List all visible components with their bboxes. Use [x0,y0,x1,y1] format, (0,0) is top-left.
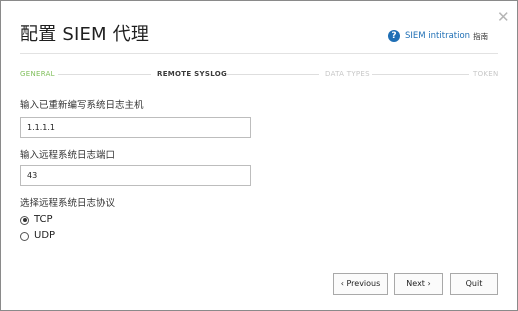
radio-button-selected[interactable] [20,215,29,225]
quit-button[interactable]: Quit [450,273,498,295]
quit-label: Quit [465,279,483,288]
radio-button[interactable] [20,231,29,241]
siem-agent-dialog: ✕ 配置 SIEM 代理 ? SIEM intitration 指南 GENER… [0,0,518,311]
help-circle-icon: ? [388,30,400,42]
help-link[interactable]: SIEM intitration [405,31,470,41]
step-connector [372,74,469,75]
port-label: 输入远程系统日志端口 [20,150,116,161]
close-icon[interactable]: ✕ [497,9,510,25]
step-remote-syslog: REMOTE SYSLOG [157,70,228,78]
step-connector [58,74,151,75]
chevron-right-icon: › [427,279,431,288]
radio-udp[interactable]: UDP [20,230,55,242]
previous-button[interactable]: ‹ Previous [333,273,388,295]
protocol-label: 选择远程系统日志协议 [20,198,116,209]
chevron-left-icon: ‹ [340,279,344,288]
help-link-suffix: 指南 [473,31,489,41]
header-divider [20,53,498,54]
radio-tcp[interactable]: TCP [20,214,53,226]
step-connector [227,74,319,75]
step-general: GENERAL [20,70,55,78]
next-button[interactable]: Next › [394,273,443,295]
radio-udp-label: UDP [34,230,56,241]
host-label: 输入已重新编写系统日志主机 [20,100,144,111]
host-input[interactable]: 1.1.1.1 [20,117,251,138]
step-token: TOKEN [473,70,499,78]
step-data-types: DATA TYPES [325,70,370,78]
port-input[interactable]: 43 [20,165,251,186]
next-label: Next [406,279,425,288]
dialog-title: 配置 SIEM 代理 [20,24,150,45]
help-link-group[interactable]: ? SIEM intitration 指南 [388,30,488,42]
previous-label: Previous [346,279,381,288]
radio-tcp-label: TCP [34,214,53,225]
